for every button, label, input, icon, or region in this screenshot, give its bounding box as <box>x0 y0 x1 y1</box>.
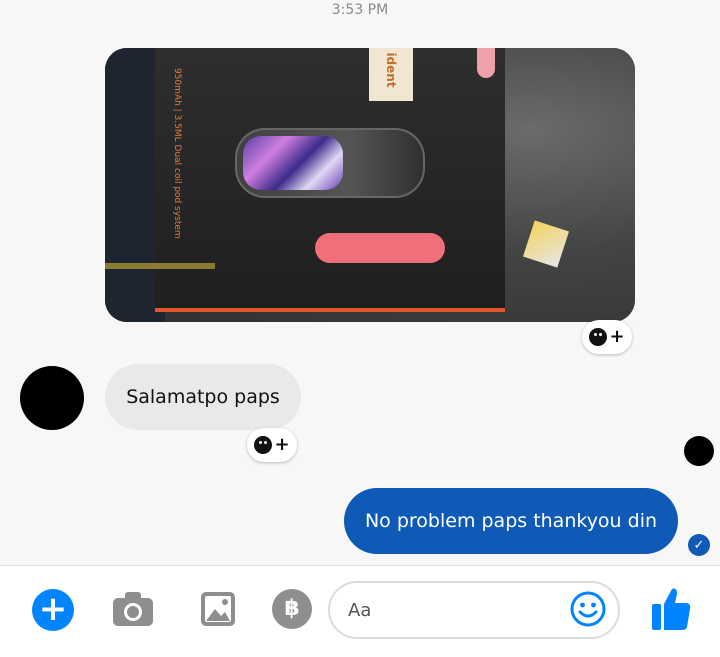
image-icon[interactable] <box>200 591 236 627</box>
outgoing-message[interactable]: No problem paps thankyou din <box>344 488 678 554</box>
photo-fingers <box>315 233 445 263</box>
message-input-placeholder: Aa <box>348 600 372 621</box>
camera-icon[interactable] <box>112 591 154 627</box>
product-box-text: 950mAh | 3.5ML Dual coil pod system <box>172 68 182 239</box>
photo-message[interactable]: 950mAh | 3.5ML Dual coil pod system iden… <box>105 48 635 322</box>
thumbs-up-icon[interactable] <box>650 586 692 632</box>
message-input[interactable]: Aa <box>328 581 620 639</box>
seen-avatar <box>684 436 714 466</box>
payment-icon[interactable]: ฿ <box>272 589 312 629</box>
chat-thread[interactable]: 3:53 PM 950mAh | 3.5ML Dual coil pod sys… <box>0 0 720 565</box>
emoji-icon[interactable] <box>570 591 606 627</box>
delivered-check-icon: ✓ <box>688 534 710 556</box>
plus-icon[interactable]: + <box>32 589 74 631</box>
add-reaction-button[interactable]: + <box>247 428 297 462</box>
reaction-plus: + <box>274 434 290 455</box>
incoming-message[interactable]: Salamatpo paps <box>105 364 301 430</box>
reaction-plus: + <box>609 326 625 347</box>
composer-bar: + ฿ Aa <box>0 565 720 657</box>
photo-thumb <box>477 48 495 78</box>
contact-avatar[interactable] <box>20 366 84 430</box>
product-box-label: ident <box>369 48 413 101</box>
photo-rail <box>105 263 215 322</box>
device-panel <box>243 136 343 190</box>
add-reaction-button[interactable]: + <box>582 320 632 354</box>
add-reaction-icon <box>589 328 608 346</box>
add-reaction-icon <box>254 436 273 454</box>
timestamp: 3:53 PM <box>331 2 389 18</box>
product-device <box>235 128 425 198</box>
